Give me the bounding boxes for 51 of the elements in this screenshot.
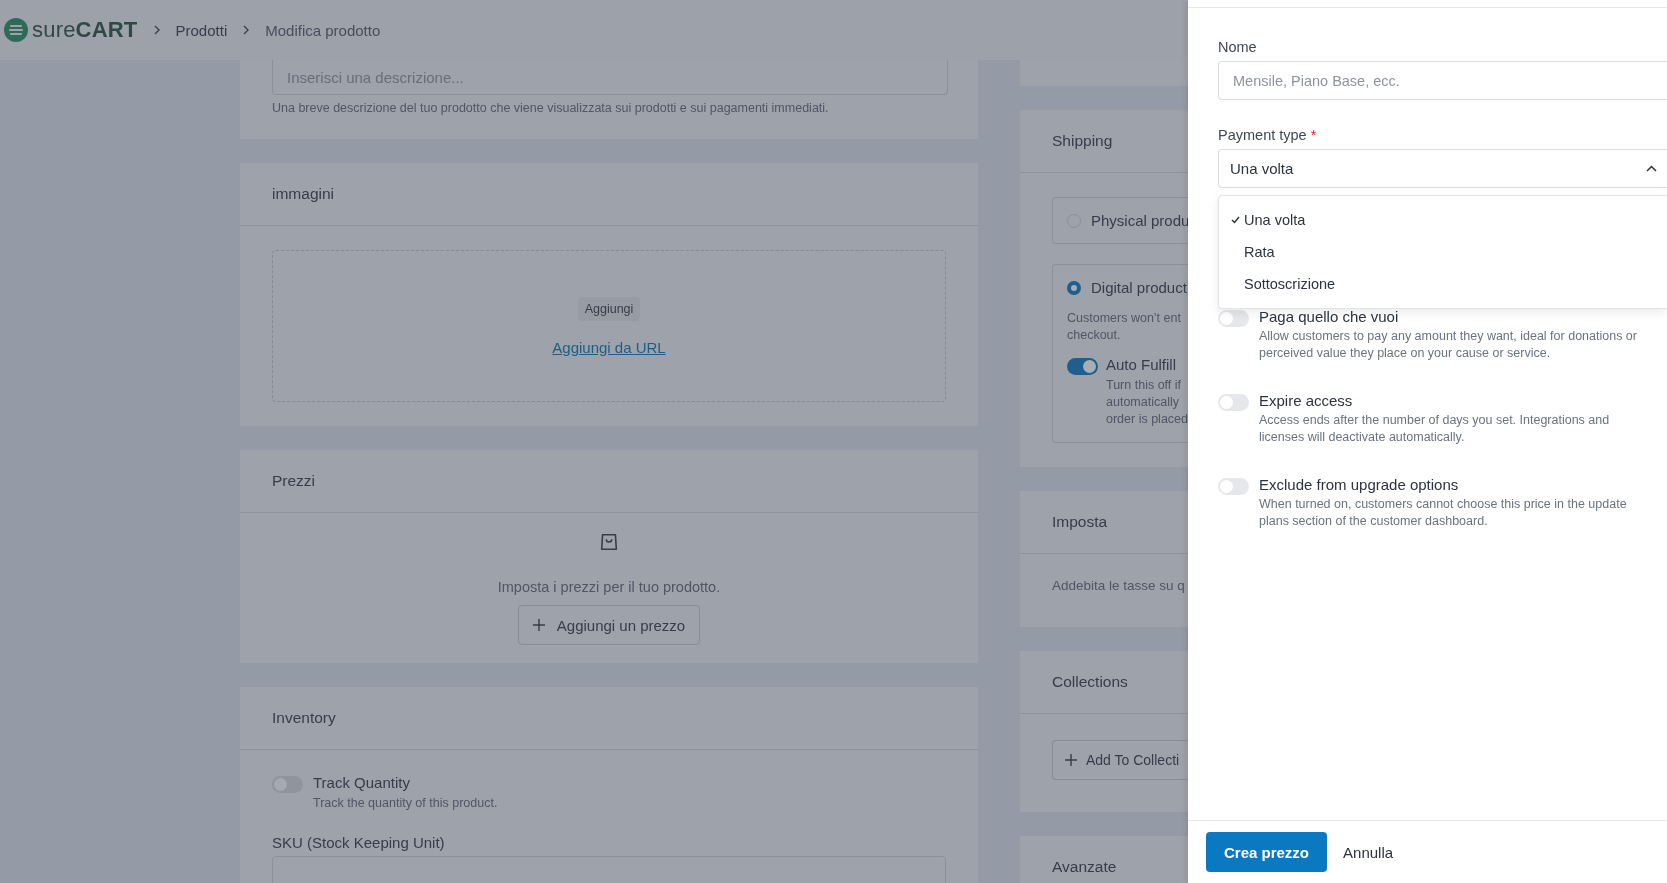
cancel-button[interactable]: Annulla [1343, 843, 1394, 861]
menu-item[interactable]: Rata [1219, 236, 1667, 268]
toggle-description: Allow customers to pay any amount they want, ideal for donations or perceived value they place on your cause or service. [1259, 328, 1638, 362]
toggle-switch[interactable] [1218, 310, 1249, 327]
toggle-label: Exclude from upgrade options [1259, 476, 1460, 493]
card-title: Shipping [1052, 132, 1113, 150]
card-title: Avanzate [1052, 858, 1117, 876]
breadcrumb-link[interactable]: Prodotti [175, 21, 228, 39]
option-label: Physical produ [1091, 212, 1188, 229]
shopping-bag-icon [598, 531, 620, 553]
toggle-description: When turned on, customers cannot choose this price in the update plans section of the customer dashboard. [1259, 496, 1628, 530]
toggle-description: Turn this off if automatically order is placed [1106, 377, 1188, 428]
field-label: SKU (Stock Keeping Unit) [272, 834, 446, 851]
toggle-label: Paga quello che vuoi [1259, 308, 1400, 325]
menu-item[interactable]: Una volta [1219, 204, 1667, 236]
field-label: Payment type [1218, 127, 1307, 143]
option-description: Customers won’t ent checkout. [1067, 310, 1182, 344]
menu-item[interactable]: Sottoscrizione [1219, 268, 1667, 300]
card-title: Prezzi [272, 472, 316, 490]
breadcrumb-link[interactable]: Modifica prodotto [265, 21, 381, 39]
toggle-description: Track the quantity of this product. [313, 795, 498, 812]
empty-state-text: Imposta i prezzi per il tuo prodotto. [497, 579, 721, 595]
option-label: Digital product [1091, 279, 1187, 296]
toggle-label: Track Quantity [313, 774, 411, 791]
card-title: Collections [1052, 673, 1128, 691]
tax-text: Addebita le tasse su q [1051, 577, 1186, 595]
card-title: Imposta [1052, 513, 1108, 531]
toggle-switch[interactable] [1067, 358, 1098, 375]
card-title: immagini [272, 185, 334, 203]
toggle-switch[interactable] [1218, 478, 1249, 495]
plus-icon [532, 619, 545, 631]
radio-button[interactable] [1067, 280, 1081, 295]
toggle-switch[interactable] [1218, 394, 1249, 411]
help-text: Una breve descrizione del tuo prodotto che viene visualizzata sui prodotti e sui pagamenti immediati. [272, 101, 830, 115]
field-label: Nome [1218, 39, 1258, 55]
add-price-button[interactable]: Aggiungi un prezzo [517, 605, 701, 645]
logo-icon [4, 18, 28, 42]
toggle-label: Auto Fulfill [1106, 356, 1178, 373]
toggle-description: Access ends after the number of days you set. Integrations and licenses will deactivate automatically. [1259, 412, 1611, 446]
logo-text: sureCART [32, 17, 138, 43]
toggle-label: Expire access [1259, 392, 1354, 409]
payment-type-select[interactable]: Una volta [1218, 149, 1667, 188]
name-field[interactable]: Mensile, Piano Base, ecc. [1218, 61, 1667, 100]
upload-dropzone[interactable]: Aggiungi Aggiungi da URL [272, 250, 946, 402]
card-title: Inventory [272, 709, 336, 727]
required-mark: * [1310, 127, 1317, 143]
add-to-collection-button[interactable]: Add To Collecti [1052, 740, 1188, 780]
add-button[interactable]: Aggiungi [577, 296, 641, 321]
add-from-url-link[interactable]: Aggiungi da URL [552, 338, 666, 356]
plus-icon [1065, 754, 1077, 766]
create-price-button[interactable]: Crea prezzo [1206, 832, 1328, 872]
